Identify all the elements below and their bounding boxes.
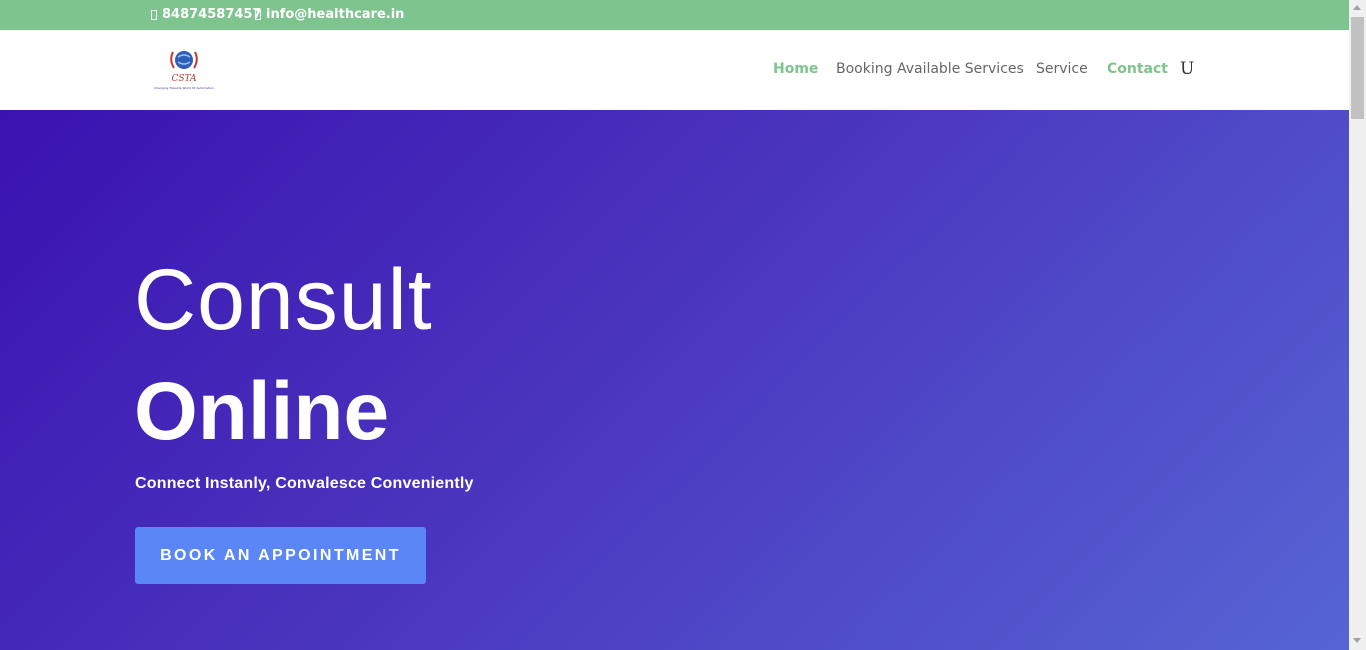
book-appointment-button[interactable]: BOOK AN APPOINTMENT <box>135 527 426 584</box>
nav-service[interactable]: Service <box>1036 61 1088 77</box>
hero-title-line2: Online <box>134 366 390 457</box>
logo-tagline: Changing Towards World Of Automation <box>154 86 214 90</box>
search-icon[interactable]: U <box>1180 59 1194 79</box>
site-header: CSTA Changing Towards World Of Automatio… <box>0 30 1349 110</box>
scroll-down-arrow-icon[interactable] <box>1353 638 1361 643</box>
page-scrollbar[interactable] <box>1349 0 1366 650</box>
main-nav: Home Booking Available Services Service … <box>0 59 1349 81</box>
nav-contact[interactable]: Contact <box>1107 61 1168 77</box>
phone-number[interactable]: 84874587457 <box>162 7 262 22</box>
email-icon <box>255 10 261 20</box>
phone-icon <box>151 10 157 20</box>
email-contact[interactable]: info@healthcare.in <box>255 7 404 22</box>
top-bar: 84874587457 info@healthcare.in <box>0 0 1349 30</box>
scroll-up-arrow-icon[interactable] <box>1353 5 1361 10</box>
scrollbar-thumb[interactable] <box>1351 17 1364 119</box>
email-address[interactable]: info@healthcare.in <box>266 7 404 22</box>
hero-title-line1: Consult <box>134 252 433 348</box>
phone-contact[interactable]: 84874587457 <box>151 7 262 22</box>
nav-booking-available-services[interactable]: Booking Available Services <box>836 61 1024 77</box>
hero-section: Consult Online Connect Instanly, Convale… <box>0 110 1349 650</box>
nav-home[interactable]: Home <box>773 61 818 77</box>
hero-subtitle: Connect Instanly, Convalesce Convenientl… <box>135 475 474 492</box>
